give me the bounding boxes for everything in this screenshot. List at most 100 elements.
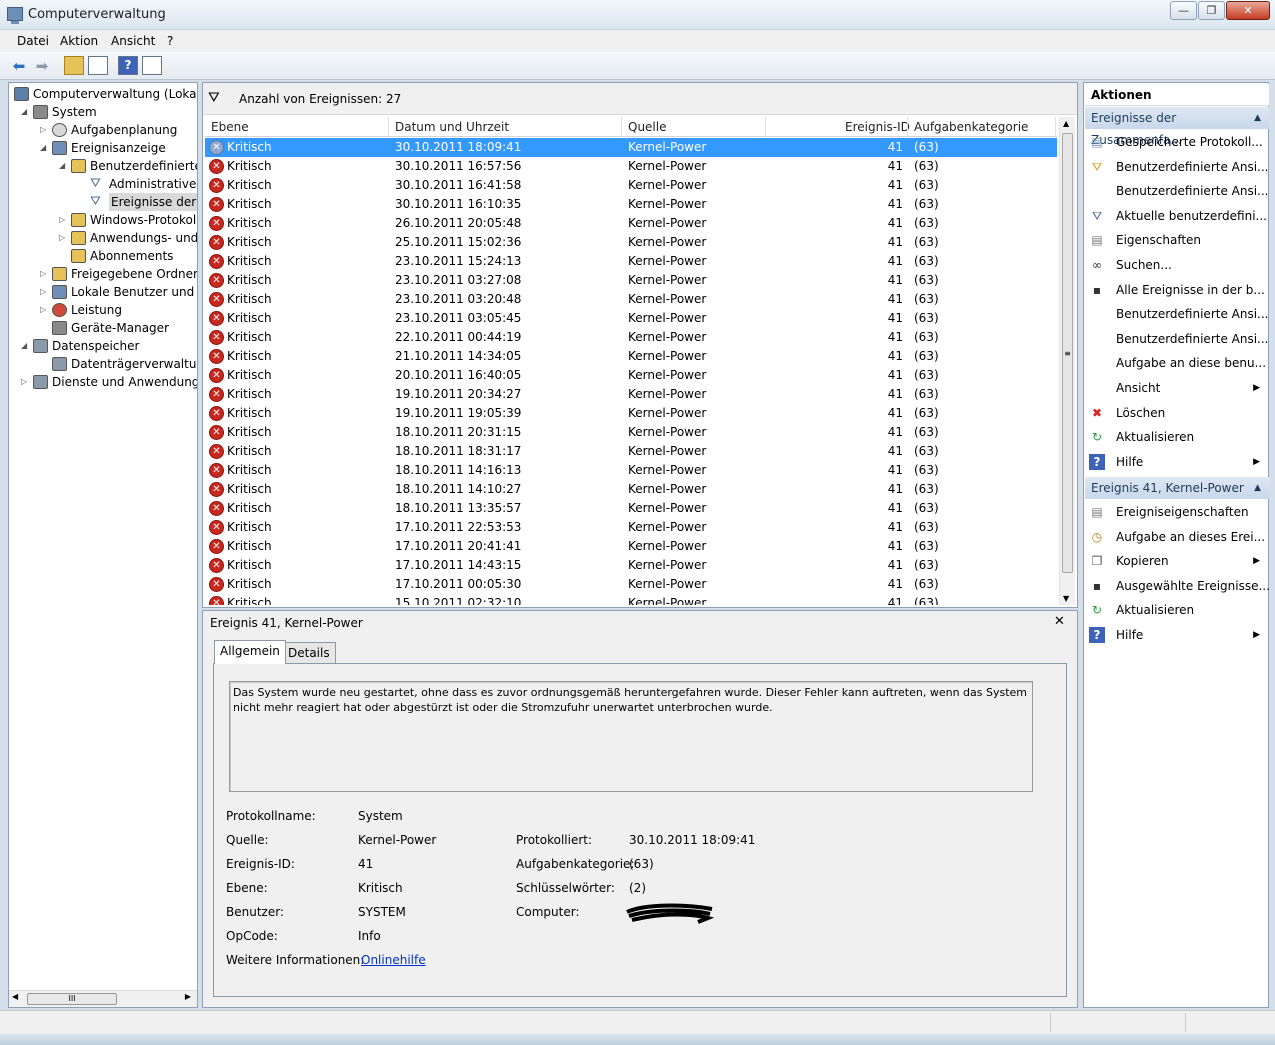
maximize-button[interactable]: ❐: [1198, 1, 1225, 20]
action-item[interactable]: Benutzerdefinierte Ansi...: [1088, 327, 1269, 351]
action-item[interactable]: ❐ Kopieren ▶: [1088, 549, 1266, 573]
action-item[interactable]: Benutzerdefinierte Ansi...: [1088, 179, 1269, 203]
event-row[interactable]: ✕ Kritisch 20.10.2011 16:40:05 Kernel-Power…: [205, 366, 1057, 385]
events-vertical-scrollbar[interactable]: ▲ ≡ ▼: [1059, 117, 1075, 605]
event-row[interactable]: ✕ Kritisch 19.10.2011 19:05:39 Kernel-Power…: [205, 404, 1057, 423]
event-row[interactable]: ✕ Kritisch 17.10.2011 00:05:30 Kernel-Power…: [205, 575, 1057, 594]
action-item[interactable]: ⛛ Benutzerdefinierte Ansi...: [1088, 155, 1269, 179]
action-item[interactable]: ▤ Gespeicherte Protokoll...: [1088, 130, 1266, 154]
tree-item[interactable]: Abonnements: [90, 247, 173, 265]
tree-expander-icon[interactable]: ◢: [59, 157, 65, 175]
show-hide-tree-icon[interactable]: [88, 56, 108, 75]
action-item[interactable]: ▤ Eigenschaften: [1088, 228, 1266, 252]
back-arrow-icon[interactable]: ⬅: [9, 56, 29, 76]
forward-arrow-icon[interactable]: ➡: [32, 56, 52, 76]
tree-item[interactable]: Anwendungs- und D: [90, 229, 197, 247]
tab-allgemein[interactable]: Allgemein: [214, 640, 286, 664]
event-row[interactable]: ✕ Kritisch 15.10.2011 02:32:10 Kernel-Power…: [205, 594, 1057, 605]
events-scroll-thumb[interactable]: ≡: [1062, 133, 1073, 573]
tree-expander-icon[interactable]: ◢: [21, 103, 27, 121]
tree-item[interactable]: Computerverwaltung (Lokal): [33, 85, 197, 103]
menu-datei[interactable]: Datei: [17, 34, 49, 48]
event-row[interactable]: ✕ Kritisch 18.10.2011 13:35:57 Kernel-Power…: [205, 499, 1057, 518]
menu-ansicht[interactable]: Ansicht: [111, 34, 155, 48]
tree-item[interactable]: Lokale Benutzer und Gru: [71, 283, 197, 301]
action-item[interactable]: ↻ Aktualisieren: [1088, 598, 1266, 622]
event-description[interactable]: Das System wurde neu gestartet, ohne das…: [229, 681, 1033, 792]
action-item[interactable]: ▤ Ereigniseigenschaften: [1088, 500, 1266, 524]
tree-item[interactable]: Freigegebene Ordner: [71, 265, 197, 283]
action-item[interactable]: ▪ Alle Ereignisse in der b...: [1088, 278, 1266, 302]
detail-close-icon[interactable]: ✕: [1054, 614, 1065, 629]
event-row[interactable]: ✕ Kritisch 17.10.2011 14:43:15 Kernel-Power…: [205, 556, 1057, 575]
tree-item[interactable]: Datenträgerverwaltung: [71, 355, 197, 373]
tree-expander-icon[interactable]: ▷: [59, 211, 65, 229]
scroll-left-arrow-icon[interactable]: ◀: [12, 992, 18, 1001]
tree-expander-icon[interactable]: ▷: [40, 121, 46, 139]
tree-item[interactable]: Ereignisse der Zu: [109, 193, 197, 211]
event-row[interactable]: ✕ Kritisch 21.10.2011 14:34:05 Kernel-Power…: [205, 347, 1057, 366]
close-button[interactable]: ✕: [1226, 1, 1270, 20]
collapse-up-icon[interactable]: ▲: [1254, 477, 1261, 499]
event-row[interactable]: ✕ Kritisch 18.10.2011 14:10:27 Kernel-Power…: [205, 480, 1057, 499]
tree-item[interactable]: System: [52, 103, 97, 121]
event-row[interactable]: ✕ Kritisch 17.10.2011 22:53:53 Kernel-Power…: [205, 518, 1057, 537]
event-row[interactable]: ✕ Kritisch 30.10.2011 16:10:35 Kernel-Power…: [205, 195, 1057, 214]
event-row[interactable]: ✕ Kritisch 19.10.2011 20:34:27 Kernel-Power…: [205, 385, 1057, 404]
event-row[interactable]: ✕ Kritisch 18.10.2011 14:16:13 Kernel-Power…: [205, 461, 1057, 480]
event-row[interactable]: ✕ Kritisch 18.10.2011 20:31:15 Kernel-Power…: [205, 423, 1057, 442]
show-hide-actions-icon[interactable]: [142, 56, 162, 75]
tree-expander-icon[interactable]: ▷: [40, 301, 46, 319]
column-ereignis-id[interactable]: Ereignis-ID: [845, 120, 910, 134]
event-row[interactable]: ✕ Kritisch 30.10.2011 16:57:56 Kernel-Power…: [205, 157, 1057, 176]
tree-expander-icon[interactable]: ▷: [59, 229, 65, 247]
tree-item[interactable]: Datenspeicher: [52, 337, 139, 355]
event-row[interactable]: ✕ Kritisch 23.10.2011 03:05:45 Kernel-Power…: [205, 309, 1057, 328]
action-item[interactable]: Benutzerdefinierte Ansi...: [1088, 302, 1269, 326]
up-folder-icon[interactable]: [64, 56, 84, 75]
tree-expander-icon[interactable]: ◢: [21, 337, 27, 355]
action-item[interactable]: ⛛ Aktuelle benutzerdefini...: [1088, 204, 1267, 228]
collapse-up-icon[interactable]: ▲: [1254, 107, 1261, 129]
action-item[interactable]: ✖ Löschen: [1088, 401, 1266, 425]
action-item[interactable]: ↻ Aktualisieren: [1088, 425, 1266, 449]
menu-help[interactable]: ?: [167, 34, 173, 48]
event-row[interactable]: ✕ Kritisch 26.10.2011 20:05:48 Kernel-Power…: [205, 214, 1057, 233]
tree-item[interactable]: Aufgabenplanung: [71, 121, 177, 139]
minimize-button[interactable]: —: [1170, 1, 1197, 20]
tree-item[interactable]: Dienste und Anwendungen: [52, 373, 197, 391]
tree-expander-icon[interactable]: ◢: [40, 139, 46, 157]
tab-details[interactable]: Details: [282, 642, 336, 664]
tree-item[interactable]: Geräte-Manager: [71, 319, 169, 337]
scroll-down-arrow-icon[interactable]: ▼: [1063, 594, 1069, 603]
action-item[interactable]: Aufgabe an diese benu...: [1088, 351, 1266, 375]
action-item[interactable]: ? Hilfe ▶: [1088, 450, 1266, 474]
event-row[interactable]: ✕ Kritisch 25.10.2011 15:02:36 Kernel-Power…: [205, 233, 1057, 252]
tree-expander-icon[interactable]: ▷: [40, 265, 46, 283]
tree-horizontal-scrollbar[interactable]: ◀ III ▶: [9, 990, 197, 1007]
scroll-thumb[interactable]: III: [27, 993, 117, 1005]
action-item[interactable]: ? Hilfe ▶: [1088, 623, 1266, 647]
event-row[interactable]: ✕ Kritisch 18.10.2011 18:31:17 Kernel-Power…: [205, 442, 1057, 461]
event-row[interactable]: ✕ Kritisch 22.10.2011 00:44:19 Kernel-Power…: [205, 328, 1057, 347]
tree-item[interactable]: Windows-Protokolle: [90, 211, 197, 229]
tree-item[interactable]: Administrative E: [109, 175, 197, 193]
event-row[interactable]: ✕ Kritisch 30.10.2011 18:09:41 Kernel-Power…: [205, 138, 1057, 157]
tree-item[interactable]: Ereignisanzeige: [71, 139, 166, 157]
tree-item[interactable]: Leistung: [71, 301, 122, 319]
column-datum[interactable]: Datum und Uhrzeit: [395, 120, 509, 134]
column-aufgabenkategorie[interactable]: Aufgabenkategorie: [914, 120, 1028, 134]
action-item[interactable]: ▪ Ausgewählte Ereignisse...: [1088, 574, 1270, 598]
help-icon[interactable]: ?: [118, 56, 138, 75]
tree-item[interactable]: Benutzerdefinierte A: [90, 157, 197, 175]
onlinehilfe-link[interactable]: Onlinehilfe: [361, 953, 426, 967]
menu-aktion[interactable]: Aktion: [60, 34, 98, 48]
scroll-up-arrow-icon[interactable]: ▲: [1063, 119, 1069, 128]
event-row[interactable]: ✕ Kritisch 17.10.2011 20:41:41 Kernel-Power…: [205, 537, 1057, 556]
event-row[interactable]: ✕ Kritisch 30.10.2011 16:41:58 Kernel-Power…: [205, 176, 1057, 195]
action-item[interactable]: Ansicht ▶: [1088, 376, 1266, 400]
action-item[interactable]: ∞ Suchen...: [1088, 253, 1266, 277]
event-row[interactable]: ✕ Kritisch 23.10.2011 03:20:48 Kernel-Power…: [205, 290, 1057, 309]
scroll-right-arrow-icon[interactable]: ▶: [185, 992, 191, 1001]
tree-expander-icon[interactable]: ▷: [40, 283, 46, 301]
